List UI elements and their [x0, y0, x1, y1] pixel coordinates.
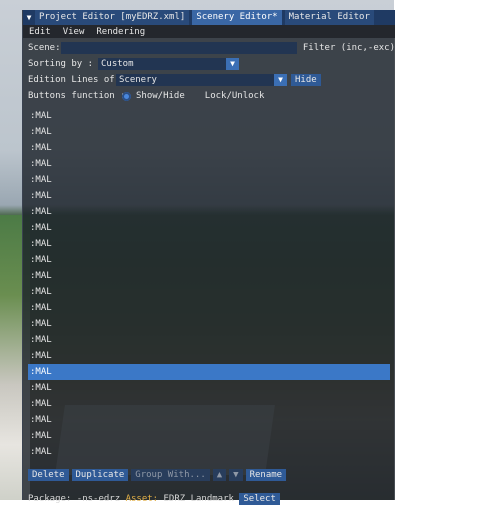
- list-item[interactable]: :MAL: [28, 444, 390, 460]
- rename-button[interactable]: Rename: [245, 469, 287, 481]
- duplicate-button[interactable]: Duplicate: [71, 469, 129, 481]
- list-item[interactable]: :MAL: [28, 172, 390, 188]
- asset-value: EDRZ Landmark: [163, 494, 234, 504]
- menu-rendering[interactable]: Rendering: [90, 27, 151, 37]
- radio-show-hide[interactable]: [122, 91, 131, 101]
- chevron-down-icon[interactable]: ▼: [274, 74, 287, 86]
- list-item[interactable]: :MAL: [28, 252, 390, 268]
- radio-show-hide-label[interactable]: Show/Hide: [136, 91, 185, 101]
- move-up-button[interactable]: ▲: [212, 469, 227, 481]
- list-item[interactable]: :MAL: [28, 140, 390, 156]
- sorting-value: Custom: [101, 59, 134, 69]
- list-item[interactable]: :MAL: [28, 156, 390, 172]
- list-item[interactable]: :MAL: [28, 380, 390, 396]
- scenery-object-list[interactable]: :MAL:MAL:MAL:MAL:MAL:MAL:MAL:MAL:MAL:MAL…: [28, 108, 390, 468]
- delete-button[interactable]: Delete: [28, 469, 69, 481]
- group-with-button[interactable]: Group With...: [131, 469, 210, 481]
- list-item[interactable]: :MAL: [28, 332, 390, 348]
- radio-lock-unlock-label[interactable]: Lock/Unlock: [205, 91, 265, 101]
- list-item[interactable]: :MAL: [28, 124, 390, 140]
- status-line: Package: -ns-edrz Asset: EDRZ Landmark S…: [28, 493, 280, 505]
- sorting-row: Sorting by : Custom ▼: [28, 57, 239, 71]
- list-item[interactable]: :MAL: [28, 268, 390, 284]
- chevron-down-icon[interactable]: ▼: [226, 58, 239, 70]
- edition-value: Scenery: [119, 75, 157, 85]
- scene-filter-input[interactable]: [60, 42, 297, 54]
- list-item[interactable]: :MAL: [28, 364, 390, 380]
- menu-view[interactable]: View: [57, 27, 91, 37]
- edition-row: Edition Lines of Scenery ▼ Hide: [28, 73, 321, 87]
- list-item[interactable]: :MAL: [28, 188, 390, 204]
- list-item[interactable]: :MAL: [28, 428, 390, 444]
- sorting-label: Sorting by :: [28, 59, 94, 69]
- tab-material-editor[interactable]: Material Editor: [284, 10, 374, 25]
- list-item[interactable]: :MAL: [28, 348, 390, 364]
- list-item[interactable]: :MAL: [28, 236, 390, 252]
- tab-bar: ▼ Project Editor [myEDRZ.xml] Scenery Ed…: [23, 10, 395, 25]
- collapse-arrow-icon[interactable]: ▼: [23, 13, 35, 22]
- filter-label: Filter (inc,-exc): [302, 43, 395, 53]
- list-item[interactable]: :MAL: [28, 396, 390, 412]
- menu-bar: Edit View Rendering: [23, 25, 395, 38]
- package-label: Package:: [28, 494, 72, 504]
- list-item[interactable]: :MAL: [28, 108, 390, 124]
- select-button[interactable]: Select: [239, 493, 280, 505]
- tab-scenery-editor[interactable]: Scenery Editor*: [192, 10, 282, 25]
- scene-label: Scene:: [28, 43, 61, 53]
- sorting-combo[interactable]: Custom ▼: [98, 58, 239, 70]
- buttons-function-label: Buttons function :: [28, 91, 126, 101]
- action-bar: Delete Duplicate Group With... ▲ ▼ Renam…: [28, 468, 287, 482]
- scenery-editor-window: ▼ Project Editor [myEDRZ.xml] Scenery Ed…: [22, 10, 395, 505]
- edition-combo[interactable]: Scenery ▼: [116, 74, 287, 86]
- asset-label: Asset:: [125, 494, 159, 504]
- list-item[interactable]: :MAL: [28, 284, 390, 300]
- hide-button[interactable]: Hide: [291, 74, 321, 86]
- scene-row: Scene: Filter (inc,-exc): [28, 41, 395, 55]
- edition-label: Edition Lines of: [28, 75, 115, 85]
- list-item[interactable]: :MAL: [28, 220, 390, 236]
- tab-project-editor[interactable]: Project Editor [myEDRZ.xml]: [35, 10, 190, 25]
- list-item[interactable]: :MAL: [28, 204, 390, 220]
- menu-edit[interactable]: Edit: [23, 27, 57, 37]
- package-value: -ns-edrz: [76, 494, 121, 504]
- move-down-button[interactable]: ▼: [229, 469, 243, 481]
- list-item[interactable]: :MAL: [28, 316, 390, 332]
- list-item[interactable]: :MAL: [28, 300, 390, 316]
- buttons-function-row: Buttons function : Show/Hide Lock/Unlock: [28, 89, 264, 103]
- list-item[interactable]: :MAL: [28, 412, 390, 428]
